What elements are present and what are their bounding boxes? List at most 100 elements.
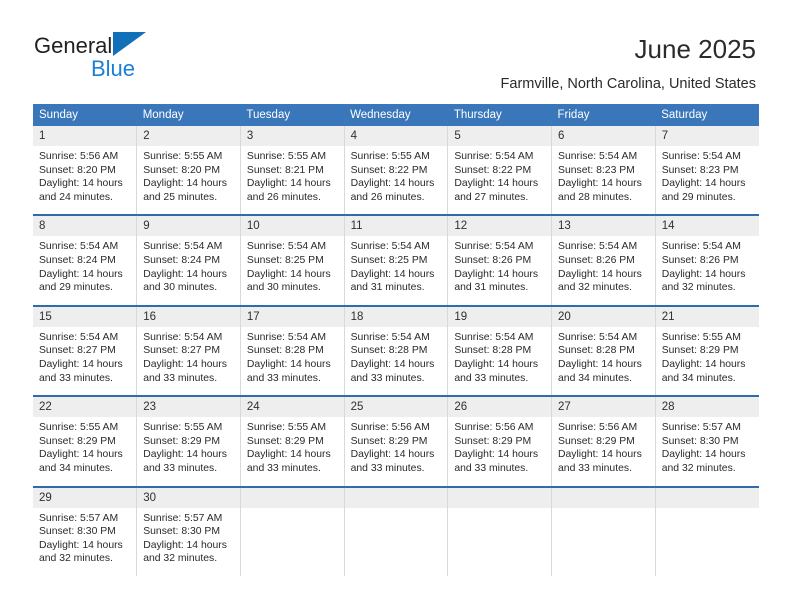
page-title: June 2025 xyxy=(634,34,756,64)
day-cell-empty xyxy=(447,485,553,576)
daylight-text-line1: Daylight: 14 hours xyxy=(350,449,435,461)
day-number: 4 xyxy=(344,126,448,146)
day-cell[interactable]: 27 Sunrise: 5:56 AM Sunset: 8:29 PM Dayl… xyxy=(551,395,656,487)
day-number: 20 xyxy=(552,306,655,327)
day-cell[interactable]: 4 Sunrise: 5:55 AM Sunset: 8:22 PM Dayli… xyxy=(344,126,449,216)
daylight-text-line2: and 24 minutes. xyxy=(39,191,113,203)
calendar-week-row: 8 Sunrise: 5:54 AM Sunset: 8:24 PM Dayli… xyxy=(33,214,759,306)
daylight-text-line1: Daylight: 14 hours xyxy=(246,449,331,461)
sunrise-text: Sunrise: 5:55 AM xyxy=(246,151,327,162)
day-cell[interactable]: 21 Sunrise: 5:55 AM Sunset: 8:29 PM Dayl… xyxy=(655,304,759,397)
daylight-text-line1: Daylight: 14 hours xyxy=(661,358,746,370)
day-cell[interactable]: 22 Sunrise: 5:55 AM Sunset: 8:29 PM Dayl… xyxy=(33,395,138,487)
day-cell[interactable]: 6 Sunrise: 5:54 AM Sunset: 8:23 PM Dayli… xyxy=(551,126,656,216)
day-cell[interactable]: 16 Sunrise: 5:54 AM Sunset: 8:27 PM Dayl… xyxy=(136,304,241,397)
day-cell[interactable]: 20 Sunrise: 5:54 AM Sunset: 8:28 PM Dayl… xyxy=(551,304,656,397)
day-cell[interactable]: 19 Sunrise: 5:54 AM Sunset: 8:28 PM Dayl… xyxy=(447,304,553,397)
day-cell[interactable]: 1 Sunrise: 5:56 AM Sunset: 8:20 PM Dayli… xyxy=(33,126,138,216)
day-cell[interactable]: 7 Sunrise: 5:54 AM Sunset: 8:23 PM Dayli… xyxy=(655,126,759,216)
day-details: Sunrise: 5:55 AM Sunset: 8:21 PM Dayligh… xyxy=(241,146,344,214)
daylight-text-line1: Daylight: 14 hours xyxy=(246,358,331,370)
day-cell[interactable]: 29 Sunrise: 5:57 AM Sunset: 8:30 PM Dayl… xyxy=(33,485,138,576)
day-details: Sunrise: 5:56 AM Sunset: 8:29 PM Dayligh… xyxy=(345,417,448,485)
daylight-text-line1: Daylight: 14 hours xyxy=(39,268,123,280)
sunrise-text: Sunrise: 5:55 AM xyxy=(246,422,327,434)
day-cell-empty xyxy=(551,485,656,576)
sunset-text: Sunset: 8:20 PM xyxy=(39,164,116,176)
day-number xyxy=(552,487,655,508)
sunset-text: Sunset: 8:21 PM xyxy=(246,164,324,176)
day-number: 23 xyxy=(137,397,240,418)
day-details: Sunrise: 5:54 AM Sunset: 8:23 PM Dayligh… xyxy=(656,146,759,214)
sunrise-text: Sunrise: 5:54 AM xyxy=(143,241,223,253)
sunset-text: Sunset: 8:30 PM xyxy=(143,526,221,538)
daylight-text-line2: and 34 minutes. xyxy=(661,372,736,384)
daylight-text-line2: and 33 minutes. xyxy=(350,372,425,384)
day-number xyxy=(344,487,448,508)
sunrise-text: Sunrise: 5:54 AM xyxy=(454,331,534,343)
day-cell[interactable]: 30 Sunrise: 5:57 AM Sunset: 8:30 PM Dayl… xyxy=(136,485,241,576)
day-number: 6 xyxy=(552,126,655,146)
sunrise-text: Sunrise: 5:56 AM xyxy=(39,151,119,162)
day-details: Sunrise: 5:54 AM Sunset: 8:28 PM Dayligh… xyxy=(241,327,344,395)
day-cell[interactable]: 5 Sunrise: 5:54 AM Sunset: 8:22 PM Dayli… xyxy=(447,126,553,216)
day-cell[interactable]: 3 Sunrise: 5:55 AM Sunset: 8:21 PM Dayli… xyxy=(240,126,345,216)
day-cell[interactable]: 10 Sunrise: 5:54 AM Sunset: 8:25 PM Dayl… xyxy=(240,214,345,306)
daylight-text-line1: Daylight: 14 hours xyxy=(39,539,123,551)
day-cell[interactable]: 24 Sunrise: 5:55 AM Sunset: 8:29 PM Dayl… xyxy=(240,395,345,487)
day-number: 16 xyxy=(137,306,240,327)
day-details: Sunrise: 5:54 AM Sunset: 8:23 PM Dayligh… xyxy=(552,146,655,214)
day-number: 30 xyxy=(137,487,240,508)
day-cell[interactable]: 23 Sunrise: 5:55 AM Sunset: 8:29 PM Dayl… xyxy=(136,395,241,487)
day-cell[interactable]: 17 Sunrise: 5:54 AM Sunset: 8:28 PM Dayl… xyxy=(240,304,345,397)
weekday-header-tuesday: Tuesday xyxy=(240,104,345,126)
day-details: Sunrise: 5:57 AM Sunset: 8:30 PM Dayligh… xyxy=(33,508,136,576)
daylight-text-line1: Daylight: 14 hours xyxy=(558,449,642,461)
day-number: 13 xyxy=(552,216,655,237)
sunset-text: Sunset: 8:23 PM xyxy=(558,164,635,176)
sunset-text: Sunset: 8:28 PM xyxy=(454,345,532,357)
calendar-header-row: Sunday Monday Tuesday Wednesday Thursday… xyxy=(33,104,759,126)
day-cell[interactable]: 28 Sunrise: 5:57 AM Sunset: 8:30 PM Dayl… xyxy=(655,395,759,487)
day-number: 14 xyxy=(655,216,759,237)
sunrise-text: Sunrise: 5:54 AM xyxy=(143,331,223,343)
day-details xyxy=(241,508,344,568)
daylight-text-line2: and 33 minutes. xyxy=(558,462,632,474)
day-cell[interactable]: 12 Sunrise: 5:54 AM Sunset: 8:26 PM Dayl… xyxy=(447,214,553,306)
sunset-text: Sunset: 8:30 PM xyxy=(661,435,739,447)
day-number: 18 xyxy=(344,306,448,327)
day-cell[interactable]: 18 Sunrise: 5:54 AM Sunset: 8:28 PM Dayl… xyxy=(344,304,449,397)
sunrise-text: Sunrise: 5:54 AM xyxy=(558,151,638,162)
calendar-week-row: 1 Sunrise: 5:56 AM Sunset: 8:20 PM Dayli… xyxy=(33,126,759,216)
day-cell[interactable]: 2 Sunrise: 5:55 AM Sunset: 8:20 PM Dayli… xyxy=(136,126,241,216)
day-number: 8 xyxy=(33,216,137,237)
day-cell-empty xyxy=(344,485,449,576)
day-details xyxy=(552,508,655,568)
daylight-text-line1: Daylight: 14 hours xyxy=(558,178,642,190)
day-details: Sunrise: 5:57 AM Sunset: 8:30 PM Dayligh… xyxy=(656,417,759,485)
daylight-text-line1: Daylight: 14 hours xyxy=(558,268,642,280)
daylight-text-line1: Daylight: 14 hours xyxy=(246,268,331,280)
day-cell[interactable]: 26 Sunrise: 5:56 AM Sunset: 8:29 PM Dayl… xyxy=(447,395,553,487)
day-details: Sunrise: 5:55 AM Sunset: 8:29 PM Dayligh… xyxy=(33,417,136,485)
day-cell[interactable]: 9 Sunrise: 5:54 AM Sunset: 8:24 PM Dayli… xyxy=(136,214,241,306)
day-cell[interactable]: 15 Sunrise: 5:54 AM Sunset: 8:27 PM Dayl… xyxy=(33,304,138,397)
general-blue-logo[interactable]: General Blue xyxy=(34,32,274,88)
day-details: Sunrise: 5:55 AM Sunset: 8:29 PM Dayligh… xyxy=(137,417,240,485)
day-cell[interactable]: 11 Sunrise: 5:54 AM Sunset: 8:25 PM Dayl… xyxy=(344,214,449,306)
sunset-text: Sunset: 8:26 PM xyxy=(661,254,739,266)
daylight-text-line2: and 32 minutes. xyxy=(558,282,632,294)
daylight-text-line2: and 32 minutes. xyxy=(143,553,218,565)
daylight-text-line1: Daylight: 14 hours xyxy=(39,178,123,190)
day-cell[interactable]: 8 Sunrise: 5:54 AM Sunset: 8:24 PM Dayli… xyxy=(33,214,138,306)
day-cell[interactable]: 13 Sunrise: 5:54 AM Sunset: 8:26 PM Dayl… xyxy=(551,214,656,306)
sunset-text: Sunset: 8:28 PM xyxy=(350,345,428,357)
weekday-header-saturday: Saturday xyxy=(655,104,759,126)
day-number: 25 xyxy=(344,397,448,418)
day-cell[interactable]: 14 Sunrise: 5:54 AM Sunset: 8:26 PM Dayl… xyxy=(655,214,759,306)
sunset-text: Sunset: 8:29 PM xyxy=(454,435,532,447)
day-cell[interactable]: 25 Sunrise: 5:56 AM Sunset: 8:29 PM Dayl… xyxy=(344,395,449,487)
day-details: Sunrise: 5:54 AM Sunset: 8:26 PM Dayligh… xyxy=(656,236,759,304)
day-number: 10 xyxy=(240,216,344,237)
day-details xyxy=(345,508,448,568)
